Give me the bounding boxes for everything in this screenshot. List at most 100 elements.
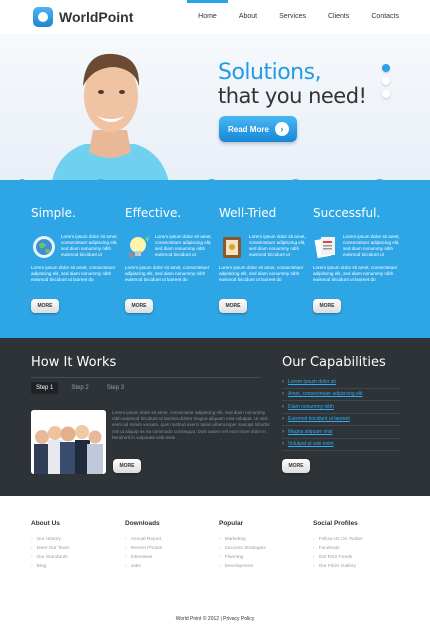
footer-link[interactable]: › Development	[219, 562, 309, 571]
footer-column-popular: Popular › Marketing › Success Strategies ›…	[219, 520, 309, 571]
brand-name: WorldPoint	[59, 9, 134, 25]
footer-link[interactable]: › Marketing	[219, 535, 309, 544]
chevron-right-icon: ›	[31, 546, 33, 551]
features-band	[0, 180, 430, 338]
chevron-right-icon: ›	[313, 537, 315, 542]
footer-link[interactable]: › Our Flickr Gallery	[313, 562, 403, 571]
divider	[31, 377, 261, 378]
feature-successful: Successful. Lorem ipsum dolor sit amet, …	[313, 206, 403, 282]
footer-link[interactable]: › Success Strategies	[219, 544, 309, 553]
footer-link[interactable]: › Jobs	[125, 562, 215, 571]
how-it-works-text: Lorem ipsum dolor sit amet, consectetur …	[112, 410, 270, 440]
main-nav: Home About Services Clients Contacts	[187, 0, 410, 34]
capability-link[interactable]: › Euismod tincidunt ut laoreet	[282, 414, 400, 426]
footer-column-social: Social Profiles › Follow Us On Twitter › F…	[313, 520, 403, 571]
feature-title: Successful.	[313, 206, 381, 220]
capabilities-more-button[interactable]: MORE	[282, 459, 310, 473]
capability-link[interactable]: › Amet, consectetuer adipiscing elit	[282, 389, 400, 401]
globe-icon	[33, 236, 55, 258]
chevron-right-icon: ›	[125, 546, 127, 551]
chevron-right-icon: ›	[31, 537, 33, 542]
capability-link[interactable]: › Volutpat ut wisi enim	[282, 439, 400, 451]
footer-link[interactable]: › Our History	[31, 535, 121, 544]
footer-link[interactable]: › Facebook	[313, 544, 403, 553]
chevron-right-icon: ›	[313, 555, 315, 560]
capability-link[interactable]: › Magna aliquam erat	[282, 426, 400, 439]
feature-text: Lorem ipsum dolor sit amet, consectetuer…	[61, 234, 118, 257]
chevron-right-icon: ›	[125, 555, 127, 560]
how-it-works-title: How It Works	[31, 355, 117, 370]
how-it-works-more-button[interactable]: MORE	[113, 459, 141, 473]
tab-step-3[interactable]: Step 3	[102, 382, 129, 394]
chevron-right-icon: ›	[282, 403, 284, 410]
nav-about[interactable]: About	[228, 0, 268, 34]
feature-simple: Simple. Lorem ipsum dolor sit amet, cons…	[31, 206, 121, 282]
feature-text-secondary: Lorem ipsum dolor sit amet, consectetuer…	[125, 265, 210, 282]
slider-dot-2[interactable]	[382, 77, 390, 85]
hero-title-line2: that you need!	[218, 84, 367, 108]
feature-text: Lorem ipsum dolor sit amet, consectetuer…	[249, 234, 306, 257]
footer-column-about: About Us › Our History › Meet Our Team › Ou…	[31, 520, 121, 571]
footer-link[interactable]: › Annual Report	[125, 535, 215, 544]
capability-link[interactable]: › Lorem ipsum dolor sit	[282, 376, 400, 389]
chevron-right-icon: ›	[219, 564, 221, 569]
chevron-right-icon: ›	[313, 546, 315, 551]
footer-link[interactable]: › Follow Us On Twitter	[313, 535, 403, 544]
chevron-right-icon: ›	[282, 378, 284, 385]
read-more-button[interactable]: Read More ›	[219, 116, 297, 142]
feature-text: Lorem ipsum dolor sit amet, consectetuer…	[343, 234, 400, 257]
logo-icon	[33, 7, 53, 27]
chevron-right-icon: ›	[219, 546, 221, 551]
footer-column-title: Downloads	[125, 520, 160, 527]
feature-effective: Effective. Lorem ipsum dolor sit amet, c…	[125, 206, 215, 282]
footer-column-title: About Us	[31, 520, 60, 527]
nav-clients[interactable]: Clients	[317, 0, 360, 34]
footer-link[interactable]: › Recent Photos	[125, 544, 215, 553]
footer-column-downloads: Downloads › Annual Report › Recent Photos …	[125, 520, 215, 571]
arrow-right-icon: ›	[275, 122, 289, 136]
feature-title: Simple.	[31, 206, 76, 220]
hero-slider: Solutions, that you need! Read More ›	[0, 34, 430, 194]
feature-successful-more-button[interactable]: MORE	[313, 299, 341, 313]
capabilities-list: › Lorem ipsum dolor sit › Amet, consectetu…	[282, 376, 400, 451]
tab-step-2[interactable]: Step 2	[66, 382, 93, 394]
how-it-works-tabs: Step 1 Step 2 Step 3	[31, 382, 137, 394]
logo[interactable]: WorldPoint	[33, 7, 133, 27]
read-more-label: Read More	[228, 124, 269, 134]
feature-effective-more-button[interactable]: MORE	[125, 299, 153, 313]
chevron-right-icon: ›	[125, 564, 127, 569]
footer-link[interactable]: › Blog	[31, 562, 121, 571]
chevron-right-icon: ›	[282, 416, 284, 423]
footer-link[interactable]: › Get RSS Feeds	[313, 553, 403, 562]
feature-well-tried-more-button[interactable]: MORE	[219, 299, 247, 313]
feature-title: Effective.	[125, 206, 182, 220]
chevron-right-icon: ›	[125, 537, 127, 542]
footer-link[interactable]: › Interviews	[125, 553, 215, 562]
chevron-right-icon: ›	[31, 564, 33, 569]
nav-contacts[interactable]: Contacts	[360, 0, 410, 34]
capability-link[interactable]: › Diam nonummy nibh	[282, 401, 400, 414]
footer-link[interactable]: › Meet Our Team	[31, 544, 121, 553]
chevron-right-icon: ›	[282, 428, 284, 435]
feature-simple-more-button[interactable]: MORE	[31, 299, 59, 313]
chevron-right-icon: ›	[219, 555, 221, 560]
nav-services[interactable]: Services	[268, 0, 317, 34]
documents-icon	[314, 237, 335, 259]
feature-text-secondary: Lorem ipsum dolor sit amet, consectetuer…	[219, 265, 304, 282]
footer-link[interactable]: › Planning	[219, 553, 309, 562]
tab-step-1[interactable]: Step 1	[31, 382, 59, 394]
chevron-right-icon: ›	[31, 555, 33, 560]
chevron-right-icon: ›	[313, 564, 315, 569]
slider-dot-1[interactable]	[382, 64, 390, 72]
feature-well-tried: Well-Tried Lorem ipsum dolor sit amet, c…	[219, 206, 309, 282]
capabilities-title: Our Capabilities	[282, 355, 386, 370]
copyright-text: World Point © 2012 | Privacy Policy	[175, 616, 255, 622]
footer-column-title: Popular	[219, 520, 244, 527]
chevron-right-icon: ›	[282, 391, 284, 398]
chevron-right-icon: ›	[219, 537, 221, 542]
footer-column-title: Social Profiles	[313, 520, 358, 527]
slider-dot-3[interactable]	[382, 90, 390, 98]
footer-link[interactable]: › Our Standards	[31, 553, 121, 562]
torn-paper-edge	[0, 179, 430, 190]
nav-home[interactable]: Home	[187, 0, 228, 34]
